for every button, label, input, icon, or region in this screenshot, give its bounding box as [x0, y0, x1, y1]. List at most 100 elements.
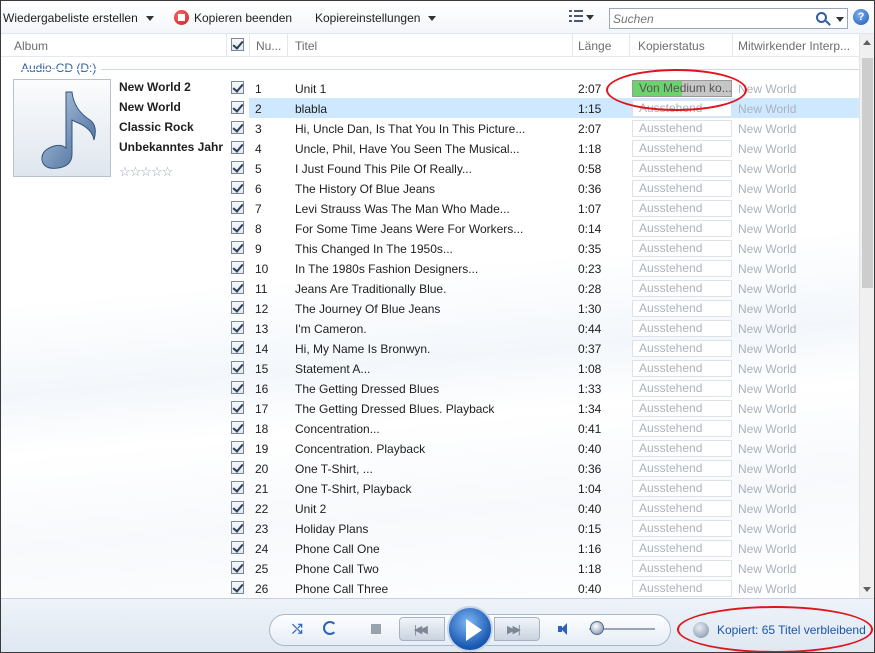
search-box[interactable]: [609, 8, 848, 29]
track-checkbox[interactable]: [231, 381, 244, 394]
track-checkbox[interactable]: [231, 581, 244, 594]
scroll-up-icon[interactable]: [863, 40, 871, 45]
repeat-icon[interactable]: [323, 621, 337, 635]
track-checkbox[interactable]: [231, 221, 244, 234]
create-playlist-button[interactable]: Wiedergabeliste erstellen: [3, 10, 154, 26]
column-number[interactable]: Nu...: [256, 39, 281, 53]
track-row[interactable]: 12 The Journey Of Blue Jeans 1:30 Ausstehen…: [249, 298, 859, 318]
track-row[interactable]: 8 For Some Time Jeans Were For Workers...…: [249, 218, 859, 238]
track-row[interactable]: 7 Levi Strauss Was The Man Who Made... 1:0…: [249, 198, 859, 218]
track-checkbox[interactable]: [231, 301, 244, 314]
music-note-icon: [41, 91, 96, 169]
column-rip-status[interactable]: Kopierstatus: [638, 39, 705, 53]
track-number: 1: [255, 82, 262, 96]
track-row[interactable]: 15 Statement A... 1:08 Ausstehend New World: [249, 358, 859, 378]
album-art[interactable]: [13, 79, 111, 177]
column-album[interactable]: Album: [14, 39, 48, 53]
track-row[interactable]: 11 Jeans Are Traditionally Blue. 0:28 Ausst…: [249, 278, 859, 298]
track-row[interactable]: 1 Unit 1 2:07 Von Medium ko... New World: [249, 78, 859, 98]
volume-slider-thumb[interactable]: [590, 621, 604, 635]
rip-status-cell: Ausstehend: [632, 100, 732, 117]
track-row[interactable]: 20 One T-Shirt, ... 0:36 Ausstehend New Worl…: [249, 458, 859, 478]
track-checkbox[interactable]: [231, 521, 244, 534]
track-artist: New World: [738, 462, 797, 476]
track-row[interactable]: 17 The Getting Dressed Blues. Playback 1:3…: [249, 398, 859, 418]
track-checkbox[interactable]: [231, 341, 244, 354]
track-row[interactable]: 26 Phone Call Three 0:40 Ausstehend New Worl…: [249, 578, 859, 598]
track-checkbox[interactable]: [231, 281, 244, 294]
search-chevron-icon[interactable]: [836, 17, 844, 22]
next-button[interactable]: ▶▶|: [494, 617, 540, 641]
track-row[interactable]: 19 Concentration. Playback 0:40 Ausstehend N…: [249, 438, 859, 458]
search-icon[interactable]: [816, 12, 827, 23]
rip-settings-button[interactable]: Kopiereinstellungen: [315, 10, 437, 26]
rip-status-cell: Ausstehend: [632, 580, 732, 597]
track-row[interactable]: 9 This Changed In The 1950s... 0:35 Aussteh…: [249, 238, 859, 258]
track-checkbox[interactable]: [231, 561, 244, 574]
track-checkbox[interactable]: [231, 441, 244, 454]
rip-status-cell: Ausstehend: [632, 320, 732, 337]
rating-stars[interactable]: ☆☆☆☆☆: [119, 164, 173, 180]
view-options-chevron-icon[interactable]: [586, 15, 594, 20]
track-row[interactable]: 10 In The 1980s Fashion Designers... 0:23 A…: [249, 258, 859, 278]
track-checkbox[interactable]: [231, 261, 244, 274]
track-row[interactable]: 16 The Getting Dressed Blues 1:33 Ausstehen…: [249, 378, 859, 398]
track-checkbox[interactable]: [231, 421, 244, 434]
column-title[interactable]: Titel: [295, 39, 317, 53]
track-checkbox[interactable]: [231, 101, 244, 114]
track-checkbox[interactable]: [231, 461, 244, 474]
track-checkbox[interactable]: [231, 501, 244, 514]
chevron-down-icon[interactable]: [145, 16, 154, 22]
track-row[interactable]: 25 Phone Call Two 1:18 Ausstehend New World: [249, 558, 859, 578]
stop-rip-button[interactable]: Kopieren beenden: [194, 10, 292, 26]
select-all-checkbox[interactable]: [231, 38, 244, 51]
volume-icon[interactable]: [558, 623, 570, 635]
track-checkbox[interactable]: [231, 201, 244, 214]
rip-status-text[interactable]: Kopiert: 65 Titel verbleibend: [717, 623, 866, 637]
track-row[interactable]: 3 Hi, Uncle Dan, Is That You In This Pict…: [249, 118, 859, 138]
track-checkbox[interactable]: [231, 81, 244, 94]
track-checkbox[interactable]: [231, 161, 244, 174]
track-checkbox[interactable]: [231, 481, 244, 494]
track-length: 1:18: [578, 562, 602, 576]
stop-icon[interactable]: [371, 624, 381, 634]
track-checkbox[interactable]: [231, 401, 244, 414]
view-options-icon[interactable]: [569, 10, 583, 23]
vertical-scrollbar[interactable]: [859, 34, 874, 598]
track-checkbox[interactable]: [231, 181, 244, 194]
track-row[interactable]: 21 One T-Shirt, Playback 1:04 Ausstehend New…: [249, 478, 859, 498]
track-row[interactable]: 6 The History Of Blue Jeans 0:36 Ausstehend…: [249, 178, 859, 198]
track-row[interactable]: 23 Holiday Plans 0:15 Ausstehend New World: [249, 518, 859, 538]
play-button[interactable]: [447, 606, 493, 652]
track-row[interactable]: 14 Hi, My Name Is Bronwyn. 0:37 Ausstehend N…: [249, 338, 859, 358]
track-checkbox[interactable]: [231, 141, 244, 154]
track-length: 0:40: [578, 442, 602, 456]
scroll-down-icon[interactable]: [863, 587, 871, 592]
track-row[interactable]: 18 Concentration... 0:41 Ausstehend New Worl…: [249, 418, 859, 438]
help-icon[interactable]: ?: [853, 9, 869, 25]
track-row[interactable]: 24 Phone Call One 1:16 Ausstehend New World: [249, 538, 859, 558]
track-checkbox[interactable]: [231, 321, 244, 334]
column-length[interactable]: Länge: [578, 39, 611, 53]
track-checkbox[interactable]: [231, 541, 244, 554]
column-contributing-artist[interactable]: Mitwirkender Interp...: [738, 39, 850, 53]
rip-status-text: Ausstehend: [639, 581, 703, 595]
track-row[interactable]: 4 Uncle, Phil, Have You Seen The Musical.…: [249, 138, 859, 158]
search-input[interactable]: [613, 11, 813, 26]
rip-status-cell: Ausstehend: [632, 520, 732, 537]
track-checkbox[interactable]: [231, 361, 244, 374]
chevron-down-icon[interactable]: [428, 16, 437, 22]
track-row[interactable]: 22 Unit 2 0:40 Ausstehend New World: [249, 498, 859, 518]
scroll-thumb[interactable]: [862, 58, 873, 288]
track-checkbox[interactable]: [231, 121, 244, 134]
shuffle-icon[interactable]: ⤭: [292, 622, 306, 635]
track-number: 13: [255, 322, 269, 336]
group-label[interactable]: Audio-CD (D:): [21, 61, 96, 75]
track-row[interactable]: 2 blabla 1:15 Ausstehend New World: [249, 98, 859, 118]
stop-rip-icon[interactable]: [174, 10, 189, 25]
previous-button[interactable]: |◀◀: [399, 617, 445, 641]
track-row[interactable]: 13 I'm Cameron. 0:44 Ausstehend New World: [249, 318, 859, 338]
track-number: 4: [255, 142, 262, 156]
track-checkbox[interactable]: [231, 241, 244, 254]
track-row[interactable]: 5 I Just Found This Pile Of Really... 0:58…: [249, 158, 859, 178]
